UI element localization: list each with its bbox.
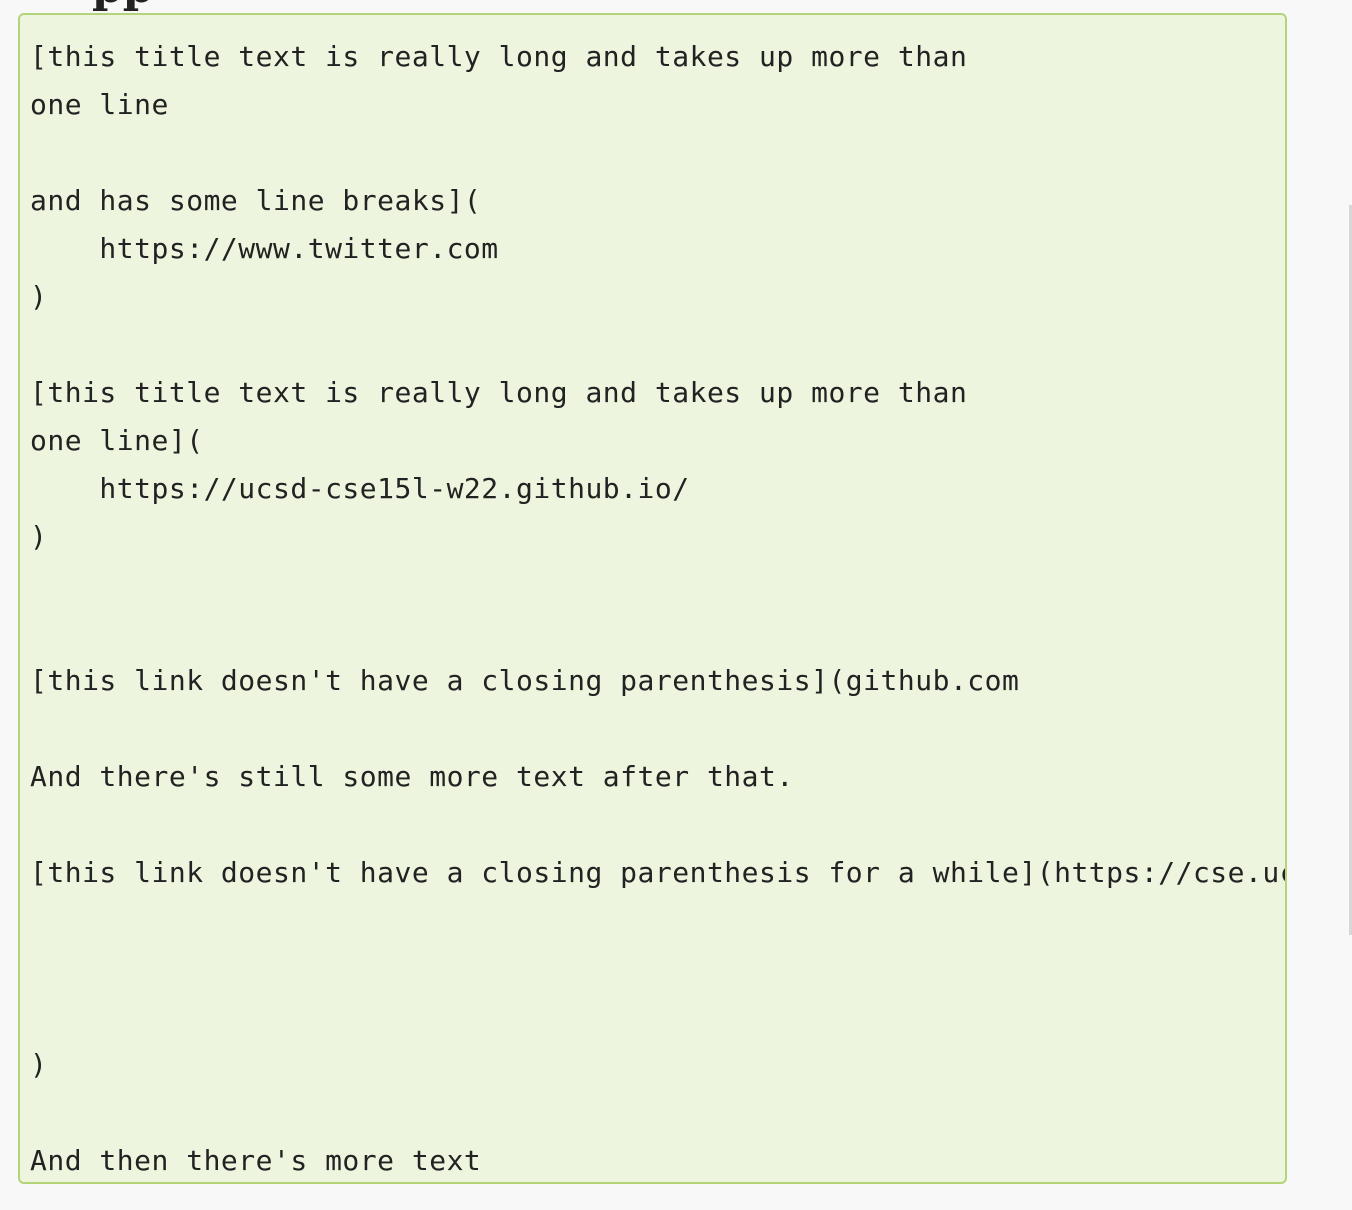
page-heading-fragment: pp — [92, 0, 154, 10]
code-block-content: [this title text is really long and take… — [30, 40, 1287, 1177]
code-block[interactable]: [this title text is really long and take… — [18, 13, 1287, 1184]
